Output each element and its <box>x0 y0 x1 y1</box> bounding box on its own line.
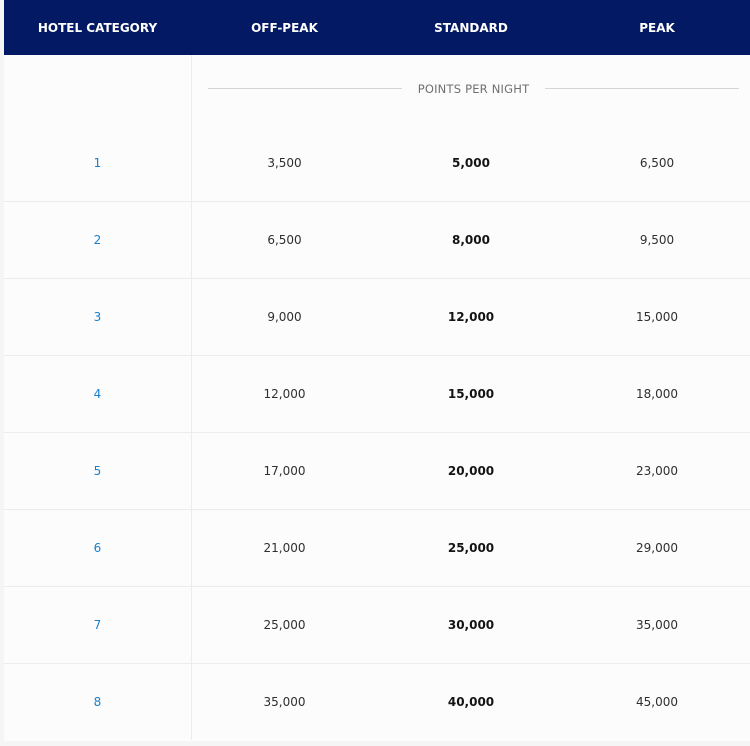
category-link[interactable]: 1 <box>4 124 191 201</box>
header-off-peak: OFF-PEAK <box>251 20 318 35</box>
standard-points: 20,000 <box>447 464 495 478</box>
table-header: HOTEL CATEGORY OFF-PEAK STANDARD PEAK <box>4 0 750 55</box>
off-peak-points: 3,500 <box>267 155 302 170</box>
table-row: 5 17,000 20,000 23,000 <box>4 432 750 509</box>
category-link[interactable]: 6 <box>4 510 191 586</box>
table-row: 4 12,000 15,000 18,000 <box>4 355 750 432</box>
peak-points: 45,000 <box>636 695 678 709</box>
standard-points: 15,000 <box>447 387 495 401</box>
off-peak-points: 6,500 <box>267 233 302 247</box>
category-link[interactable]: 7 <box>4 587 191 663</box>
table-row: 6 21,000 25,000 29,000 <box>4 509 750 586</box>
header-standard: STANDARD <box>434 20 508 35</box>
off-peak-points: 9,000 <box>267 310 302 324</box>
peak-points: 18,000 <box>636 387 678 401</box>
off-peak-points: 21,000 <box>263 541 306 555</box>
table-row: 3 9,000 12,000 15,000 <box>4 278 750 355</box>
standard-points: 5,000 <box>452 155 490 170</box>
standard-points: 8,000 <box>452 233 490 247</box>
peak-points: 6,500 <box>639 155 675 170</box>
standard-points: 25,000 <box>447 541 495 555</box>
award-chart-table: HOTEL CATEGORY OFF-PEAK STANDARD PEAK PO… <box>4 0 750 741</box>
category-link[interactable]: 4 <box>4 356 191 432</box>
table-row: 2 6,500 8,000 9,500 <box>4 201 750 278</box>
rows-container: 1 3,500 5,000 6,500 2 6,500 8,000 9,500 3 9,000 12… <box>4 124 750 740</box>
table-body: POINTS PER NIGHT 1 3,500 5,000 6,500 2 6,500 8… <box>4 55 750 740</box>
peak-points: 29,000 <box>636 541 678 555</box>
divider-line-left <box>208 88 402 89</box>
table-row: 7 25,000 30,000 35,000 <box>4 586 750 663</box>
points-row-empty-cell <box>4 55 191 124</box>
category-link[interactable]: 3 <box>4 279 191 355</box>
standard-points: 40,000 <box>447 695 495 709</box>
table-row: 8 35,000 40,000 45,000 <box>4 663 750 740</box>
category-link[interactable]: 8 <box>4 664 191 740</box>
points-per-night-banner: POINTS PER NIGHT <box>191 54 750 123</box>
off-peak-points: 35,000 <box>263 695 306 709</box>
standard-points: 12,000 <box>447 310 495 324</box>
column-divider <box>191 55 192 740</box>
peak-points: 15,000 <box>636 310 678 324</box>
points-per-night-label: POINTS PER NIGHT <box>417 81 530 96</box>
standard-points: 30,000 <box>447 618 495 632</box>
peak-points: 9,500 <box>639 233 675 247</box>
header-peak: PEAK <box>639 20 675 35</box>
off-peak-points: 12,000 <box>263 387 306 401</box>
off-peak-points: 25,000 <box>263 618 306 632</box>
divider-line-right <box>545 88 739 89</box>
category-link[interactable]: 2 <box>4 202 191 278</box>
table-row: 1 3,500 5,000 6,500 <box>4 124 750 201</box>
peak-points: 35,000 <box>636 618 678 632</box>
points-per-night-row: POINTS PER NIGHT <box>4 55 750 124</box>
off-peak-points: 17,000 <box>263 464 306 478</box>
peak-points: 23,000 <box>636 464 678 478</box>
header-hotel-category: HOTEL CATEGORY <box>37 20 158 35</box>
category-link[interactable]: 5 <box>4 433 191 509</box>
